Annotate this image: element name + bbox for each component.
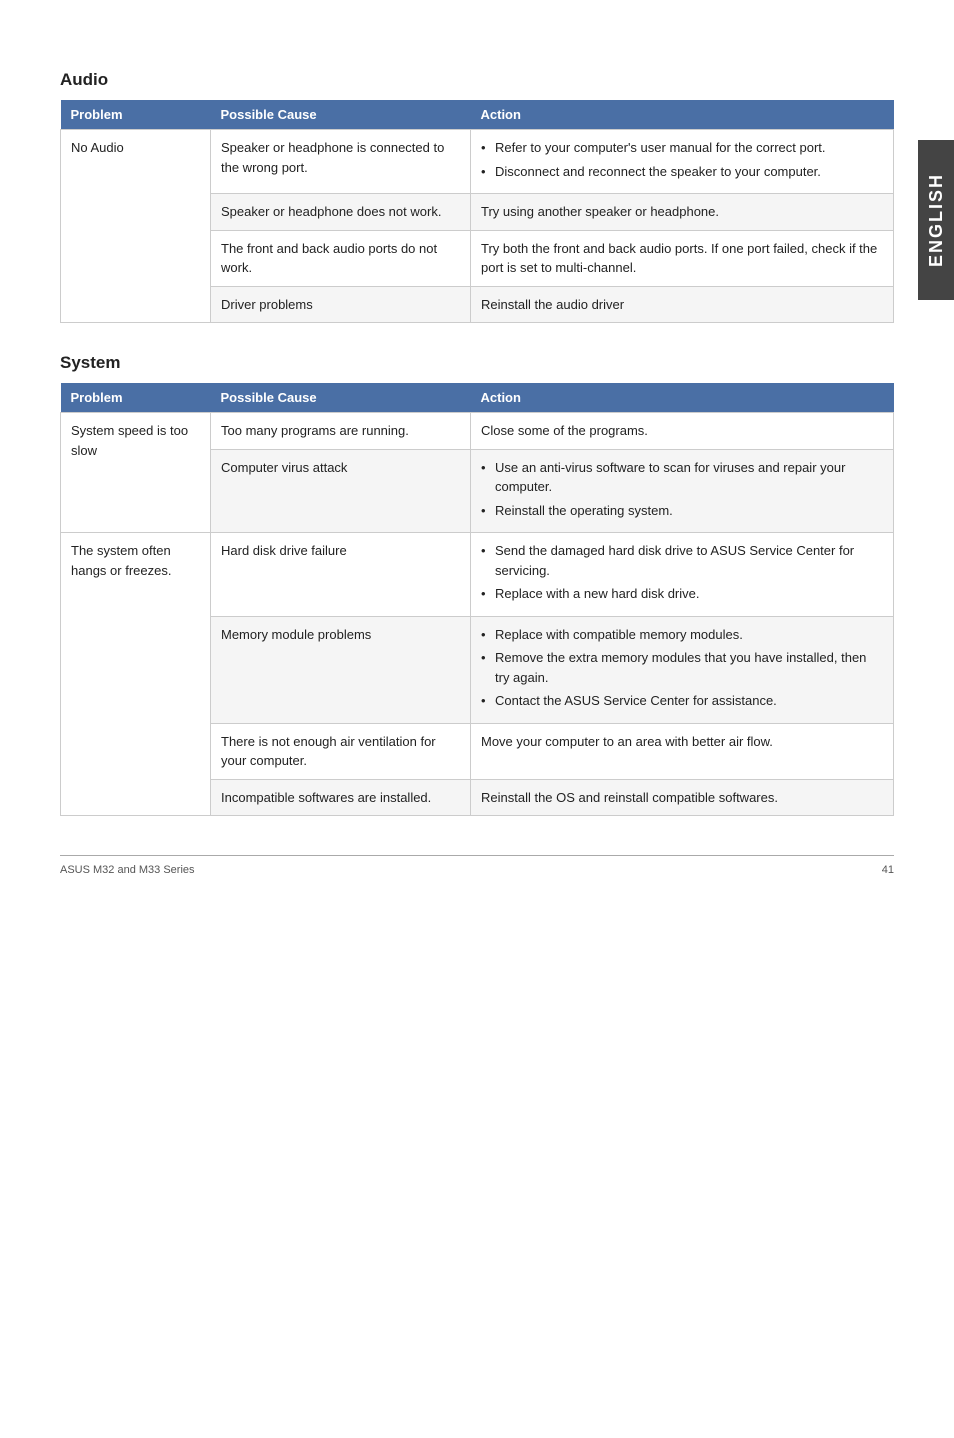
action-cell: Reinstall the OS and reinstall compatibl…: [471, 779, 894, 816]
action-cell: Try using another speaker or headphone.: [471, 194, 894, 231]
side-tab: ENGLISH: [918, 140, 954, 300]
problem-cell: The system often hangs or freezes.: [61, 533, 211, 816]
footer-left: ASUS M32 and M33 Series: [60, 864, 195, 876]
cause-cell: Too many programs are running.: [211, 413, 471, 450]
cause-cell: The front and back audio ports do not wo…: [211, 230, 471, 286]
audio-heading: Audio: [60, 70, 894, 90]
action-cell: Move your computer to an area with bette…: [471, 723, 894, 779]
audio-table: Problem Possible Cause Action No AudioSp…: [60, 100, 894, 323]
action-bullet: Send the damaged hard disk drive to ASUS…: [481, 541, 883, 580]
footer: ASUS M32 and M33 Series 41: [60, 855, 894, 876]
action-cell: Refer to your computer's user manual for…: [471, 130, 894, 194]
table-row: The system often hangs or freezes.Hard d…: [61, 533, 894, 617]
audio-col-action: Action: [471, 100, 894, 130]
cause-cell: Hard disk drive failure: [211, 533, 471, 617]
system-col-action: Action: [471, 383, 894, 413]
action-bullet: Remove the extra memory modules that you…: [481, 648, 883, 687]
cause-cell: Speaker or headphone does not work.: [211, 194, 471, 231]
system-heading: System: [60, 353, 894, 373]
action-cell: Try both the front and back audio ports.…: [471, 230, 894, 286]
system-table: Problem Possible Cause Action System spe…: [60, 383, 894, 816]
audio-col-problem: Problem: [61, 100, 211, 130]
footer-right: 41: [882, 864, 894, 876]
action-bullet: Reinstall the operating system.: [481, 501, 883, 521]
table-row: No AudioSpeaker or headphone is connecte…: [61, 130, 894, 194]
action-cell: Send the damaged hard disk drive to ASUS…: [471, 533, 894, 617]
cause-cell: There is not enough air ventilation for …: [211, 723, 471, 779]
cause-cell: Speaker or headphone is connected to the…: [211, 130, 471, 194]
action-bullet: Use an anti-virus software to scan for v…: [481, 458, 883, 497]
action-cell: Replace with compatible memory modules. R…: [471, 616, 894, 723]
cause-cell: Incompatible softwares are installed.: [211, 779, 471, 816]
system-col-problem: Problem: [61, 383, 211, 413]
audio-col-cause: Possible Cause: [211, 100, 471, 130]
action-cell: Close some of the programs.: [471, 413, 894, 450]
action-bullet: Refer to your computer's user manual for…: [481, 138, 883, 158]
action-cell: Use an anti-virus software to scan for v…: [471, 449, 894, 533]
page-container: ENGLISH Audio Problem Possible Cause Act…: [0, 0, 954, 906]
problem-cell: No Audio: [61, 130, 211, 323]
table-row: System speed is too slowToo many program…: [61, 413, 894, 450]
problem-cell: System speed is too slow: [61, 413, 211, 533]
cause-cell: Computer virus attack: [211, 449, 471, 533]
cause-cell: Driver problems: [211, 286, 471, 323]
action-bullet: Contact the ASUS Service Center for assi…: [481, 691, 883, 711]
side-tab-label: ENGLISH: [926, 173, 947, 267]
cause-cell: Memory module problems: [211, 616, 471, 723]
action-cell: Reinstall the audio driver: [471, 286, 894, 323]
action-bullet: Replace with a new hard disk drive.: [481, 584, 883, 604]
action-bullet: Replace with compatible memory modules.: [481, 625, 883, 645]
system-col-cause: Possible Cause: [211, 383, 471, 413]
action-bullet: Disconnect and reconnect the speaker to …: [481, 162, 883, 182]
